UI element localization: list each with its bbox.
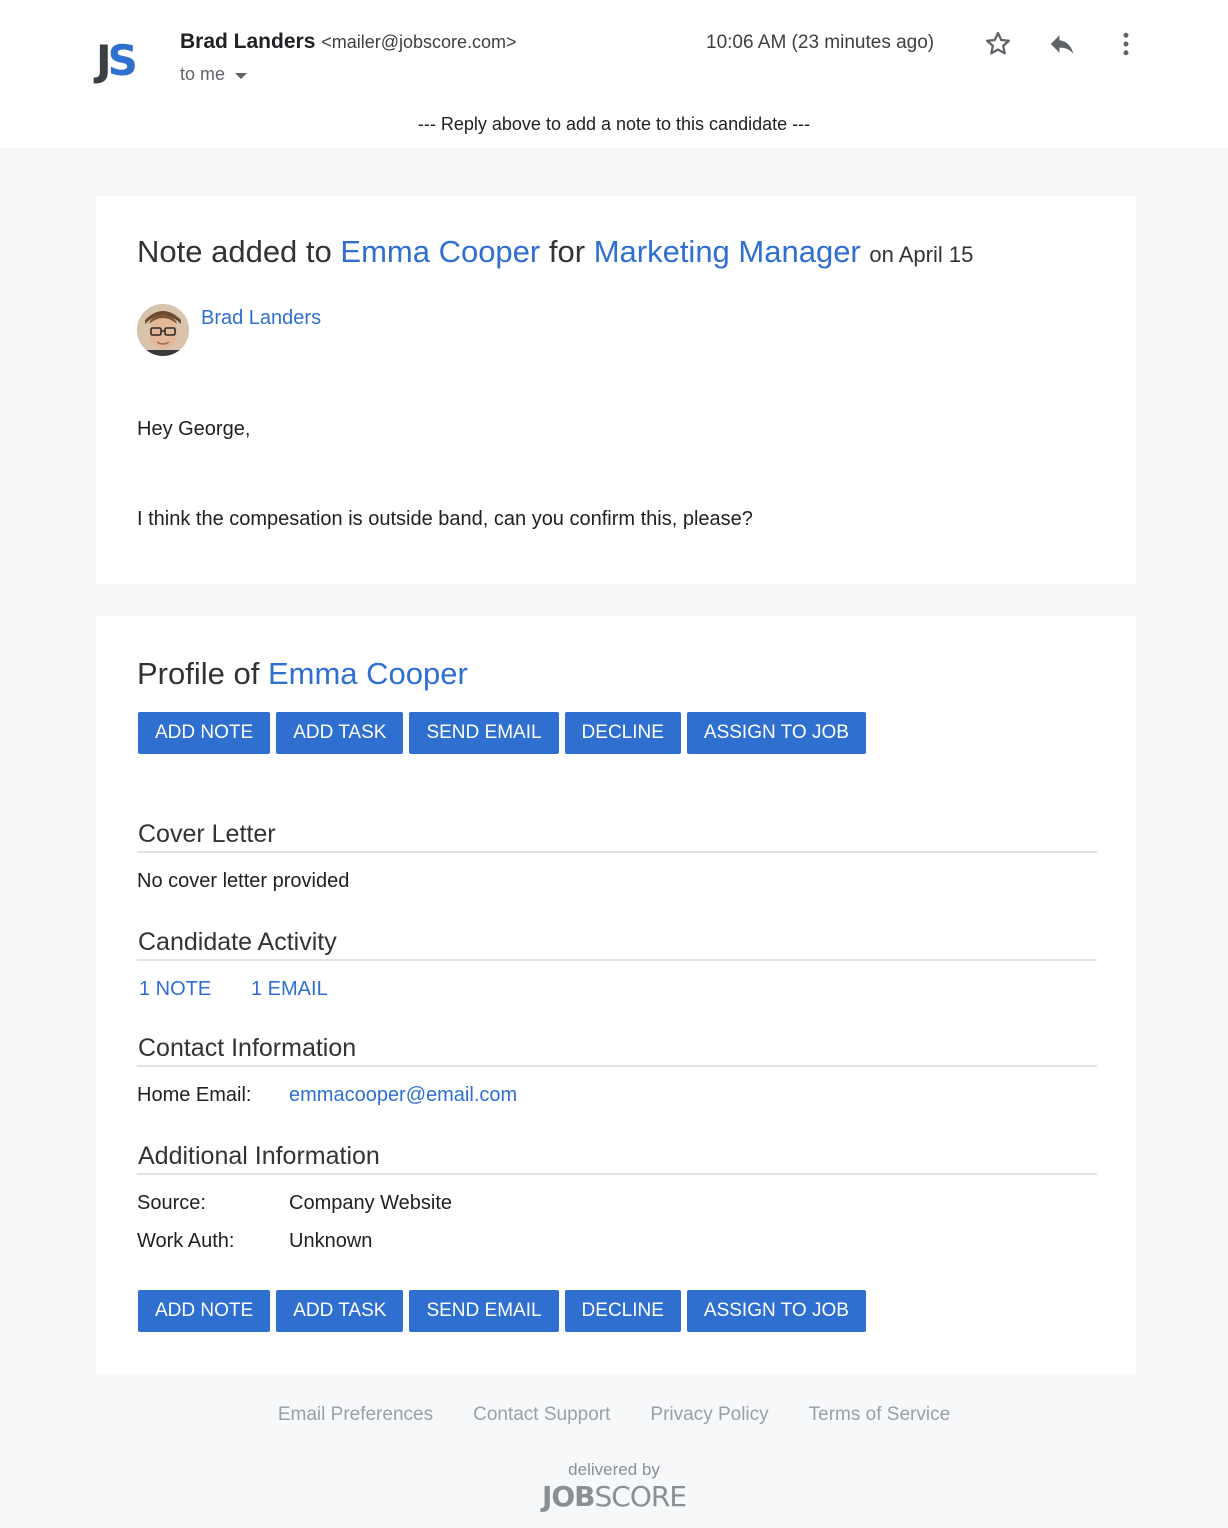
activity-heading: Candidate Activity <box>137 928 1097 961</box>
assign-to-job-button[interactable]: ASSIGN TO JOB <box>686 1290 866 1332</box>
email-header: JS Brad Landers <mailer@jobscore.com> to… <box>0 0 1228 148</box>
activity-notes-link[interactable]: 1 NOTE <box>139 978 211 1001</box>
footer-links: Email Preferences Contact Support Privac… <box>0 1404 1228 1426</box>
work-auth-value: Unknown <box>289 1230 373 1252</box>
sender-name[interactable]: Brad Landers <box>180 30 315 53</box>
candidate-link[interactable]: Emma Cooper <box>340 234 540 269</box>
email-preferences-link[interactable]: Email Preferences <box>278 1404 433 1426</box>
terms-of-service-link[interactable]: Terms of Service <box>809 1404 950 1426</box>
activity-emails-link[interactable]: 1 EMAIL <box>251 978 328 1001</box>
reply-instruction: --- Reply above to add a note to this ca… <box>417 114 811 134</box>
jobscore-brand: JOBSCORE <box>541 1480 687 1513</box>
add-task-button[interactable]: ADD TASK <box>276 712 404 754</box>
profile-title: Profile of Emma Cooper <box>137 656 468 691</box>
cover-letter-text: No cover letter provided <box>137 870 350 892</box>
note-title: Note added to Emma Cooper for Marketing … <box>137 234 974 269</box>
more-vert-icon <box>1123 32 1129 56</box>
home-email-label: Home Email: <box>137 1084 252 1106</box>
reply-icon <box>1050 35 1074 54</box>
received-time: 10:06 AM (23 minutes ago) <box>706 32 935 53</box>
send-email-button[interactable]: SEND EMAIL <box>409 712 559 754</box>
chevron-down-icon <box>235 72 248 79</box>
profile-candidate-link[interactable]: Emma Cooper <box>268 656 468 691</box>
action-buttons-top: ADD NOTE ADD TASK SEND EMAIL DECLINE ASS… <box>138 712 866 754</box>
profile-card: Profile of Emma Cooper ADD NOTE ADD TASK… <box>96 616 1136 1374</box>
contact-heading: Contact Information <box>137 1034 1097 1067</box>
note-date: on April 15 <box>869 242 974 267</box>
add-note-button[interactable]: ADD NOTE <box>138 1290 271 1332</box>
additional-heading: Additional Information <box>137 1142 1097 1175</box>
privacy-policy-link[interactable]: Privacy Policy <box>650 1404 768 1426</box>
add-task-button[interactable]: ADD TASK <box>276 1290 404 1332</box>
source-label: Source: <box>137 1192 206 1214</box>
star-button[interactable] <box>982 28 1014 60</box>
sender: Brad Landers <mailer@jobscore.com> <box>180 30 517 54</box>
cover-letter-heading: Cover Letter <box>137 820 1097 853</box>
sender-email: <mailer@jobscore.com> <box>321 32 517 52</box>
assign-to-job-button[interactable]: ASSIGN TO JOB <box>686 712 866 754</box>
recipient-label: to me <box>180 64 226 84</box>
send-email-button[interactable]: SEND EMAIL <box>409 1290 559 1332</box>
contact-support-link[interactable]: Contact Support <box>473 1404 610 1426</box>
work-auth-label: Work Auth: <box>137 1230 235 1252</box>
reply-button[interactable] <box>1046 28 1078 60</box>
home-email-link[interactable]: emmacooper@email.com <box>289 1084 517 1107</box>
job-link[interactable]: Marketing Manager <box>594 234 861 269</box>
star-icon <box>986 31 1010 55</box>
decline-button[interactable]: DECLINE <box>564 1290 681 1332</box>
delivered-by: delivered by <box>568 1460 660 1479</box>
avatar-photo <box>137 304 189 356</box>
add-note-button[interactable]: ADD NOTE <box>138 712 271 754</box>
author-link[interactable]: Brad Landers <box>201 307 321 330</box>
author-avatar <box>137 304 189 356</box>
source-value: Company Website <box>289 1192 453 1214</box>
note-card: Note added to Emma Cooper for Marketing … <box>96 196 1136 584</box>
note-greeting: Hey George, <box>137 418 251 440</box>
note-message: I think the compesation is outside band,… <box>137 508 753 530</box>
recipient-dropdown[interactable]: to me <box>180 64 248 85</box>
decline-button[interactable]: DECLINE <box>564 712 681 754</box>
jobscore-logo: JS <box>96 36 138 85</box>
more-options-button[interactable] <box>1110 28 1142 60</box>
action-buttons-bottom: ADD NOTE ADD TASK SEND EMAIL DECLINE ASS… <box>138 1290 866 1332</box>
